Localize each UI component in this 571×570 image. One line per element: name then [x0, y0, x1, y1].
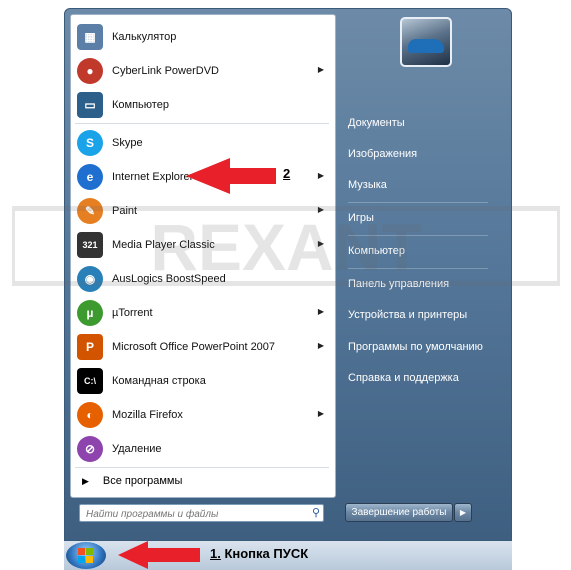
media-player-classic-icon: 321: [77, 232, 103, 258]
program-label: CyberLink PowerDVD: [112, 65, 219, 77]
divider: [75, 467, 329, 468]
powerdvd-icon: ●: [77, 58, 103, 84]
divider: [348, 202, 488, 203]
start-menu: ▦ Калькулятор ● CyberLink PowerDVD ▶ ▭ К…: [64, 8, 512, 541]
user-avatar[interactable]: [400, 17, 452, 67]
powerpoint-icon: P: [77, 334, 103, 360]
annotation-start-button: 1. Кнопка ПУСК: [210, 546, 308, 561]
search-icon[interactable]: ⚲: [312, 506, 320, 519]
right-item-pictures[interactable]: Изображения: [348, 148, 417, 160]
program-skype[interactable]: S Skype: [74, 127, 332, 159]
program-label: Удаление: [112, 443, 162, 455]
right-item-music[interactable]: Музыка: [348, 179, 387, 191]
utorrent-icon: µ: [77, 300, 103, 326]
submenu-arrow-icon: ▶: [317, 239, 324, 248]
program-label: µTorrent: [112, 307, 153, 319]
shutdown-button[interactable]: Завершение работы: [345, 503, 453, 522]
right-item-default-programs[interactable]: Программы по умолчанию: [348, 341, 483, 353]
car-picture-icon: [408, 39, 444, 53]
search-box[interactable]: ⚲: [79, 504, 324, 523]
right-item-computer[interactable]: Компьютер: [348, 245, 405, 257]
program-label: AusLogics BoostSpeed: [112, 273, 226, 285]
program-utorrent[interactable]: µ µTorrent ▶: [74, 297, 332, 329]
red-arrow-ie: [186, 158, 276, 194]
program-uninstall[interactable]: ⊘ Удаление: [74, 433, 332, 465]
red-arrow-start: [118, 541, 200, 569]
program-auslogics[interactable]: ◉ AusLogics BoostSpeed: [74, 263, 332, 295]
divider: [348, 268, 488, 269]
program-label: Компьютер: [112, 99, 169, 111]
divider: [75, 123, 329, 124]
program-label: Skype: [112, 137, 143, 149]
submenu-arrow-icon: ▶: [317, 171, 324, 180]
annotation-number-2: 2: [283, 166, 291, 181]
skype-icon: S: [77, 130, 103, 156]
paint-icon: ✎: [77, 198, 103, 224]
right-item-devices-printers[interactable]: Устройства и принтеры: [348, 309, 467, 321]
uninstall-icon: ⊘: [77, 436, 103, 462]
program-label: Internet Explorer: [112, 171, 194, 183]
program-command-prompt[interactable]: C:\ Командная строка: [74, 365, 332, 397]
program-media-player-classic[interactable]: 321 Media Player Classic ▶: [74, 229, 332, 261]
programs-pane: ▦ Калькулятор ● CyberLink PowerDVD ▶ ▭ К…: [70, 14, 336, 498]
submenu-arrow-icon: ▶: [317, 205, 324, 214]
shutdown-options-button[interactable]: ▶: [454, 503, 472, 522]
program-label: Командная строка: [112, 375, 206, 387]
right-item-control-panel[interactable]: Панель управления: [348, 278, 449, 290]
right-item-help-support[interactable]: Справка и поддержка: [348, 372, 459, 384]
program-powerpoint[interactable]: P Microsoft Office PowerPoint 2007 ▶: [74, 331, 332, 363]
all-programs-label: Все программы: [102, 475, 183, 487]
right-item-documents[interactable]: Документы: [348, 117, 405, 129]
program-firefox[interactable]: ◐ Mozilla Firefox ▶: [74, 399, 332, 431]
all-programs-button[interactable]: ▶ Все программы: [74, 470, 332, 492]
firefox-icon: ◐: [77, 402, 103, 428]
submenu-arrow-icon: ▶: [317, 307, 324, 316]
program-label: Paint: [112, 205, 138, 217]
right-item-games[interactable]: Игры: [348, 212, 374, 224]
submenu-arrow-icon: ▶: [317, 65, 324, 74]
command-prompt-icon: C:\: [77, 368, 103, 394]
calculator-icon: ▦: [77, 24, 103, 50]
program-label: Mozilla Firefox: [112, 409, 183, 421]
submenu-arrow-icon: ▶: [317, 341, 324, 350]
search-input[interactable]: [80, 505, 308, 523]
program-label: Калькулятор: [112, 31, 177, 43]
submenu-arrow-icon: ▶: [317, 409, 324, 418]
program-label: Media Player Classic: [112, 239, 215, 251]
program-calculator[interactable]: ▦ Калькулятор: [74, 21, 332, 53]
annotation-start-text: Кнопка ПУСК: [220, 546, 309, 561]
internet-explorer-icon: e: [77, 164, 103, 190]
program-label: Microsoft Office PowerPoint 2007: [112, 341, 276, 353]
program-powerdvd[interactable]: ● CyberLink PowerDVD ▶: [74, 55, 332, 87]
windows-logo-icon: [77, 548, 95, 564]
start-button[interactable]: [66, 542, 106, 569]
triangle-right-icon: ▶: [82, 475, 89, 486]
divider: [348, 235, 488, 236]
program-computer[interactable]: ▭ Компьютер: [74, 89, 332, 121]
program-paint[interactable]: ✎ Paint ▶: [74, 195, 332, 227]
computer-icon: ▭: [77, 92, 103, 118]
auslogics-boostspeed-icon: ◉: [77, 266, 103, 292]
annotation-number-1: 1.: [210, 546, 221, 561]
